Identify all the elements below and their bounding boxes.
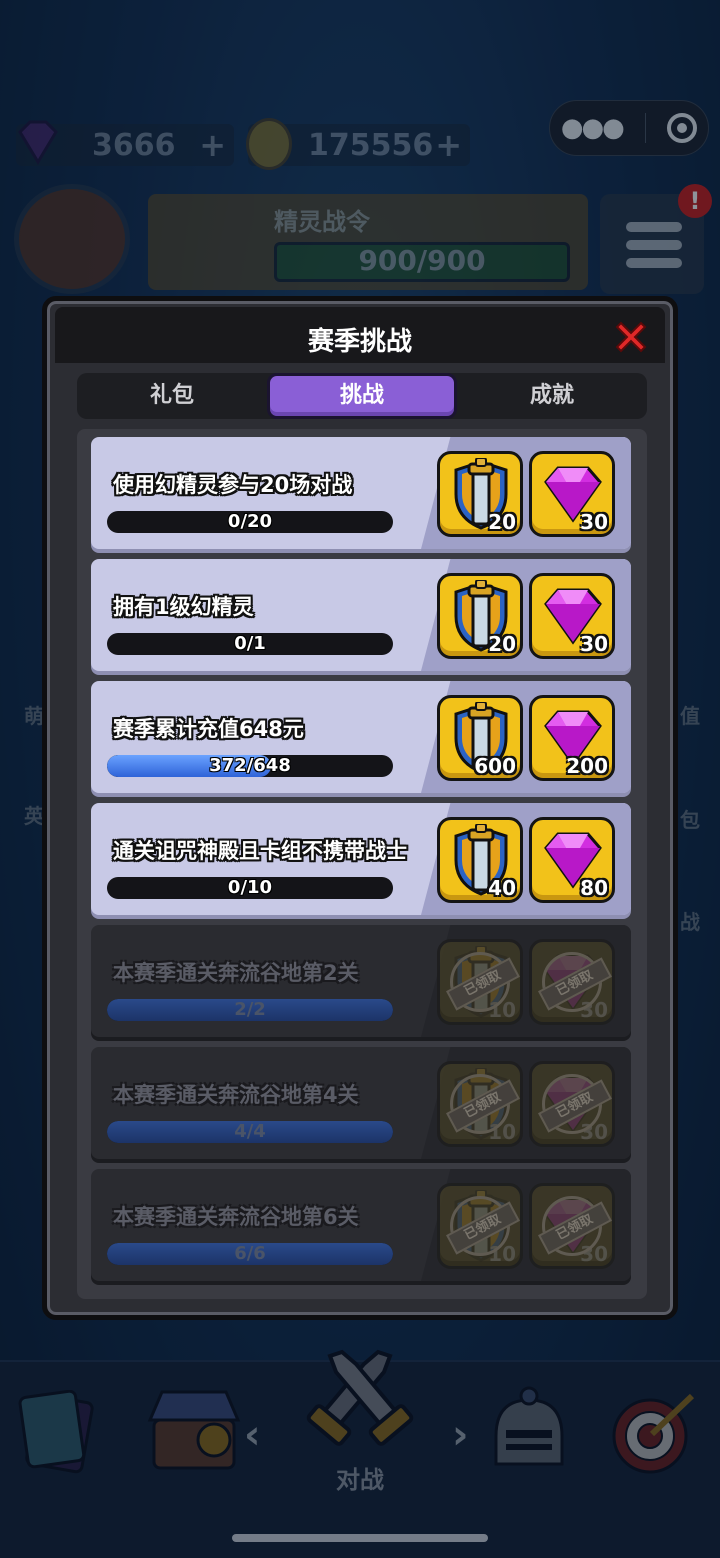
claimed-stamp: 已领取 [446, 1196, 520, 1256]
gem-reward[interactable]: 30 已领取 [529, 1183, 615, 1269]
challenge-title: 本赛季通关奔流谷地第4关 [113, 1083, 359, 1107]
claimed-stamp: 已领取 [446, 952, 520, 1012]
reward-quantity: 30 [580, 510, 608, 534]
gem-reward[interactable]: 30 已领取 [529, 939, 615, 1025]
challenge-title: 通关诅咒神殿且卡组不携带战士 [113, 839, 407, 863]
challenge-list[interactable]: 使用幻精灵参与20场对战 0/20 20 30 拥有1级幻精灵 0/1 20 30 赛季累计充值… [77, 429, 647, 1299]
challenge-title: 拥有1级幻精灵 [113, 595, 254, 619]
modal-header: 赛季挑战 [55, 307, 665, 363]
progress-text: 6/6 [234, 1243, 266, 1264]
sword-reward[interactable]: 10 已领取 [437, 1061, 523, 1147]
close-x-icon[interactable] [611, 317, 651, 357]
reward-quantity: 20 [488, 632, 516, 656]
challenge-title: 使用幻精灵参与20场对战 [113, 473, 353, 497]
challenge-card: 本赛季通关奔流谷地第6关 6/6 10 已领取 30 已领取 [91, 1169, 631, 1281]
gem-reward[interactable]: 200 [529, 695, 615, 781]
challenge-progress-bar: 0/20 [107, 511, 393, 533]
progress-text: 4/4 [234, 1121, 266, 1142]
challenge-progress-bar: 2/2 [107, 999, 393, 1021]
claimed-stamp: 已领取 [538, 1196, 612, 1256]
challenge-card: 拥有1级幻精灵 0/1 20 30 [91, 559, 631, 671]
progress-text: 0/1 [234, 633, 266, 654]
sword-reward[interactable]: 10 已领取 [437, 939, 523, 1025]
reward-quantity: 40 [488, 876, 516, 900]
challenge-card: 赛季累计充值648元 372/648 600 200 [91, 681, 631, 793]
tab-bar: 礼包 挑战 成就 [77, 373, 647, 419]
challenge-progress-bar: 372/648 [107, 755, 393, 777]
sword-reward[interactable]: 10 已领取 [437, 1183, 523, 1269]
challenge-title: 本赛季通关奔流谷地第2关 [113, 961, 359, 985]
challenge-progress-bar: 0/10 [107, 877, 393, 899]
challenge-progress-bar: 4/4 [107, 1121, 393, 1143]
tab-challenge[interactable]: 挑战 [267, 373, 457, 419]
gem-reward[interactable]: 30 已领取 [529, 1061, 615, 1147]
modal-title: 赛季挑战 [307, 327, 412, 357]
claimed-stamp: 已领取 [538, 952, 612, 1012]
tab-achievement[interactable]: 成就 [457, 373, 647, 419]
challenge-card: 通关诅咒神殿且卡组不携带战士 0/10 40 80 [91, 803, 631, 915]
progress-text: 0/10 [227, 877, 273, 898]
challenge-card: 使用幻精灵参与20场对战 0/20 20 30 [91, 437, 631, 549]
season-challenge-modal: 赛季挑战 礼包 挑战 成就 使用幻精灵参与20场对战 0/20 20 30 拥有1级幻精… [42, 296, 678, 1320]
challenge-progress-bar: 0/1 [107, 633, 393, 655]
tab-gift-pack[interactable]: 礼包 [77, 373, 267, 419]
challenge-card: 本赛季通关奔流谷地第4关 4/4 10 已领取 30 已领取 [91, 1047, 631, 1159]
gem-reward[interactable]: 30 [529, 451, 615, 537]
sword-reward[interactable]: 20 [437, 573, 523, 659]
reward-quantity: 80 [580, 876, 608, 900]
challenge-title: 赛季累计充值648元 [113, 717, 304, 741]
progress-text: 0/20 [227, 511, 273, 532]
sword-reward[interactable]: 20 [437, 451, 523, 537]
gem-reward[interactable]: 80 [529, 817, 615, 903]
sword-reward[interactable]: 40 [437, 817, 523, 903]
challenge-title: 本赛季通关奔流谷地第6关 [113, 1205, 359, 1229]
reward-quantity: 600 [474, 754, 516, 778]
progress-text: 372/648 [209, 755, 291, 776]
challenge-progress-bar: 6/6 [107, 1243, 393, 1265]
gem-reward[interactable]: 30 [529, 573, 615, 659]
claimed-stamp: 已领取 [538, 1074, 612, 1134]
reward-quantity: 200 [566, 754, 608, 778]
progress-text: 2/2 [234, 999, 266, 1020]
reward-quantity: 30 [580, 632, 608, 656]
reward-quantity: 20 [488, 510, 516, 534]
challenge-card: 本赛季通关奔流谷地第2关 2/2 10 已领取 30 已领取 [91, 925, 631, 1037]
claimed-stamp: 已领取 [446, 1074, 520, 1134]
sword-reward[interactable]: 600 [437, 695, 523, 781]
